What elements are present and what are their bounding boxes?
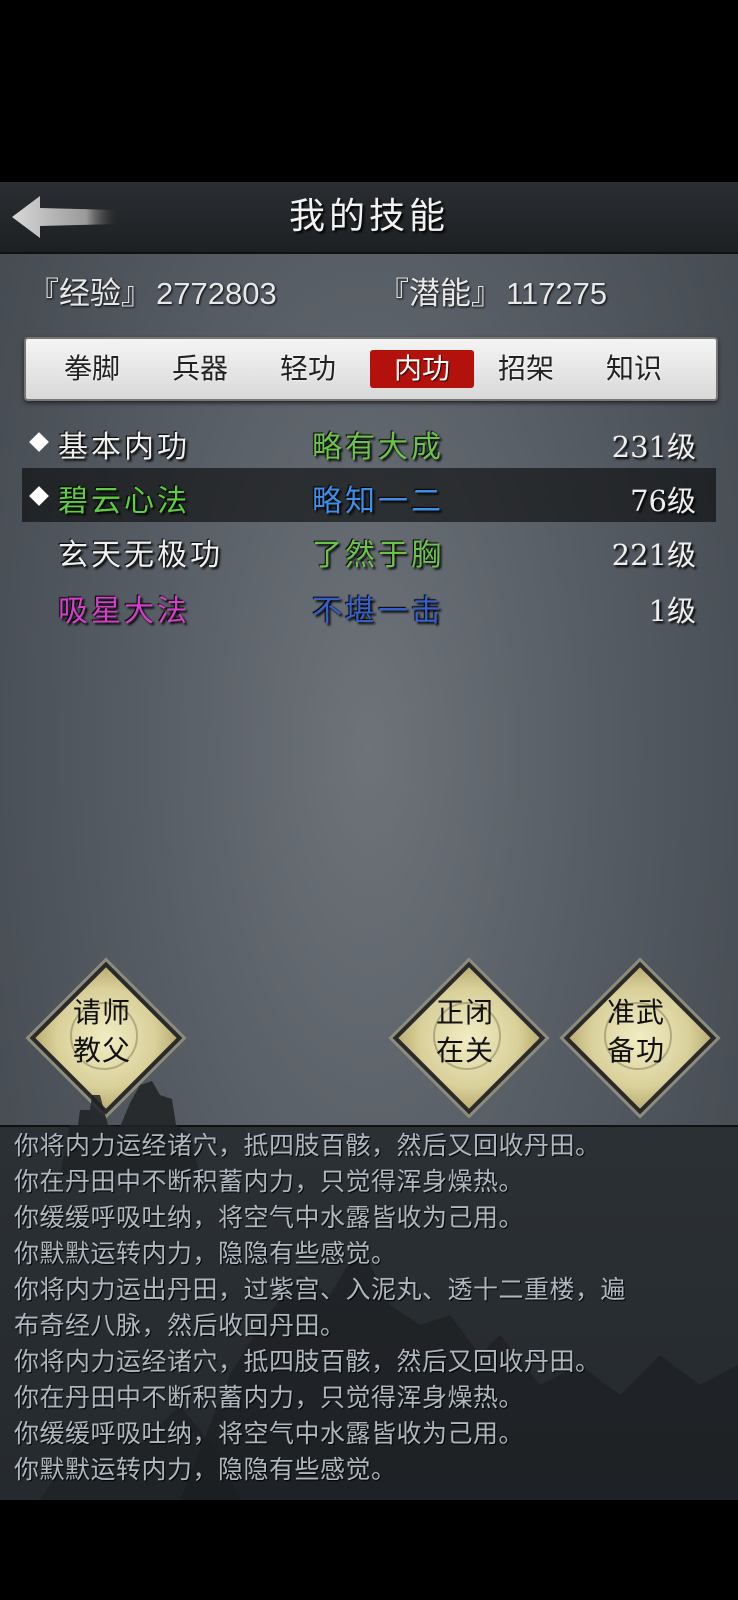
- tab-fist[interactable]: 拳脚: [40, 350, 144, 388]
- skill-rank: 了然于胸: [312, 538, 444, 573]
- skill-row[interactable]: 玄天无极功 了然于胸 221级: [22, 522, 716, 576]
- potential-stat: 『潜能』 117275: [378, 268, 607, 313]
- potential-label: 『潜能』: [378, 276, 502, 311]
- experience-stat: 『经验』 2772803: [28, 268, 277, 313]
- skill-name: 碧云心法: [58, 484, 190, 519]
- log-line: 你默默运转内力，隐隐有些感觉。: [14, 1239, 397, 1268]
- tab-knowledge[interactable]: 知识: [582, 350, 686, 388]
- skill-rank: 不堪一击: [312, 594, 444, 629]
- log-line: 你将内力运出丹田，过紫宫、入泥丸、透十二重楼，遍: [14, 1275, 627, 1304]
- back-arrow-icon: [12, 196, 118, 238]
- header-bar: 我的技能: [0, 182, 738, 254]
- label-line-1: 请师: [72, 996, 131, 1029]
- skill-level: 1级: [648, 594, 696, 628]
- tab-weapon[interactable]: 兵器: [148, 350, 252, 388]
- skill-level: 76级: [630, 484, 696, 518]
- marked-diamond-icon: [29, 486, 49, 506]
- log-line: 你在丹田中不断积蓄内力，只觉得浑身燥热。: [14, 1383, 525, 1412]
- log-line: 你将内力运经诸穴，抵四肢百骸，然后又回收丹田。: [14, 1347, 601, 1376]
- skill-level: 221级: [611, 538, 696, 572]
- log-line: 你缓缓呼吸吐纳，将空气中水露皆收为己用。: [14, 1419, 525, 1448]
- skill-row[interactable]: 吸星大法 不堪一击 1级: [22, 578, 716, 632]
- skill-level: 231级: [611, 430, 696, 464]
- experience-label: 『经验』: [28, 276, 152, 311]
- skill-name: 玄天无极功: [58, 538, 223, 573]
- log-line: 你将内力运经诸穴，抵四肢百骸，然后又回收丹田。: [14, 1131, 601, 1160]
- skill-rank: 略知一二: [312, 484, 444, 519]
- marked-diamond-icon: [29, 432, 49, 452]
- skill-row[interactable]: 碧云心法 略知一二 76级: [22, 468, 716, 522]
- status-bar-area: [0, 0, 738, 182]
- tab-lightness[interactable]: 轻功: [256, 350, 360, 388]
- stats-row: 『经验』 2772803 『潜能』 117275: [0, 256, 738, 316]
- skill-name: 吸星大法: [58, 594, 190, 629]
- log-line: 你默默运转内力，隐隐有些感觉。: [14, 1455, 397, 1484]
- label-line-1: 正闭: [435, 996, 494, 1029]
- tab-parry[interactable]: 招架: [474, 350, 578, 388]
- label-line-1: 准武: [606, 996, 665, 1029]
- skill-name: 基本内功: [58, 430, 190, 465]
- log-line: 布奇经八脉，然后收回丹田。: [14, 1311, 346, 1340]
- skill-category-tabs: 拳脚 兵器 轻功 内功 招架 知识: [24, 337, 718, 401]
- log-line: 你在丹田中不断积蓄内力，只觉得浑身燥热。: [14, 1167, 525, 1196]
- potential-value: 117275: [506, 276, 608, 311]
- skill-row[interactable]: 基本内功 略有大成 231级: [22, 414, 716, 468]
- tab-internal[interactable]: 内功: [370, 350, 474, 388]
- experience-value: 2772803: [156, 276, 277, 311]
- log-line: 你缓缓呼吸吐纳，将空气中水露皆收为己用。: [14, 1203, 525, 1232]
- back-button[interactable]: [10, 192, 120, 242]
- skill-rank: 略有大成: [312, 430, 444, 465]
- bottom-bar-area: [0, 1500, 738, 1600]
